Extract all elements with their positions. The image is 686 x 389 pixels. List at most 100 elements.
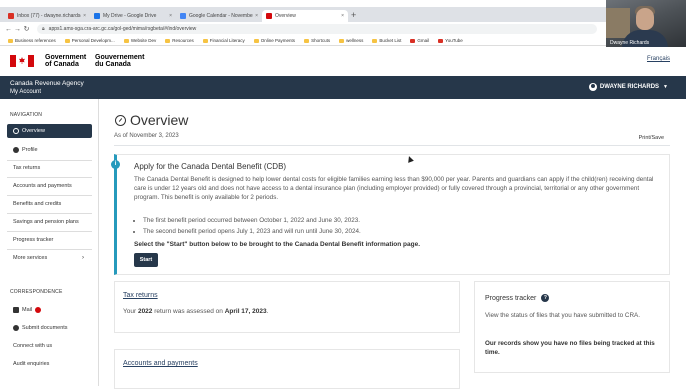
- sidebar: NAVIGATION Overview Profile Tax returns …: [0, 99, 99, 386]
- divider: [7, 195, 92, 196]
- user-menu-button[interactable]: DWAYNE RICHARDS ▼: [588, 83, 668, 91]
- browser-tab-overview[interactable]: Overview ×: [262, 10, 348, 22]
- gmail-icon: [8, 13, 14, 19]
- cra-bar: Canada Revenue Agency My Account DWAYNE …: [0, 76, 686, 99]
- bookmark[interactable]: Gmail: [410, 38, 429, 43]
- folder-icon: [123, 38, 129, 43]
- sidebar-item-benefits-credits[interactable]: Benefits and credits: [7, 197, 92, 211]
- sidebar-item-savings-pension[interactable]: Savings and pension plans: [7, 215, 92, 229]
- language-toggle-link[interactable]: Français: [647, 56, 670, 62]
- person-head: [636, 8, 654, 30]
- bookmark[interactable]: Personal Developm...: [64, 38, 115, 43]
- gauge-icon: [115, 114, 126, 126]
- forward-button[interactable]: →: [13, 26, 22, 33]
- bookshelf: [606, 8, 630, 38]
- lock-icon: 🔒︎: [42, 26, 45, 32]
- maple-leaf-icon: [266, 13, 272, 19]
- bookmark[interactable]: Business references: [8, 38, 56, 43]
- bookmark[interactable]: Resources: [165, 38, 194, 43]
- folder-icon: [64, 38, 70, 43]
- cdb-period-list: The first benefit period occurred betwee…: [143, 215, 643, 237]
- person-icon: [13, 147, 19, 153]
- bookmark[interactable]: wellness: [339, 38, 363, 43]
- print-save-link[interactable]: Print/Save: [639, 135, 664, 141]
- back-button[interactable]: ←: [4, 26, 13, 33]
- progress-tracker-note: Our records show you have no files being…: [485, 340, 655, 356]
- close-icon[interactable]: ×: [255, 13, 258, 19]
- bookmark[interactable]: Online Payments: [253, 38, 295, 43]
- tax-returns-link[interactable]: Tax returns: [123, 292, 158, 299]
- sidebar-item-accounts-payments[interactable]: Accounts and payments: [7, 179, 92, 193]
- bookmarks-bar: Business references Personal Developm...…: [0, 36, 686, 46]
- divider: [7, 249, 92, 250]
- webcam-name: Dwayne Richards: [610, 40, 650, 46]
- browser-tab-gmail[interactable]: Inbox (77) - dwayne.richards@...×: [4, 10, 90, 22]
- sidebar-item-profile[interactable]: Profile: [7, 143, 92, 157]
- cdb-alert: i Apply for the Canada Dental Benefit (C…: [111, 154, 670, 275]
- divider: [114, 145, 670, 146]
- mail-icon: [13, 307, 19, 313]
- accounts-payments-card: Accounts and payments: [114, 349, 460, 389]
- gc-wordmark-en: Government of Canada: [45, 54, 87, 68]
- my-account-link[interactable]: My Account: [10, 89, 41, 95]
- browser-tab-calendar[interactable]: Google Calendar - November... ×: [176, 10, 262, 22]
- progress-tracker-card: Progress tracker? View the status of fil…: [474, 281, 670, 373]
- new-tab-button[interactable]: +: [351, 10, 356, 20]
- divider: [7, 213, 92, 214]
- notification-badge: [35, 307, 42, 313]
- cdb-title: Apply for the Canada Dental Benefit (CDB…: [134, 162, 287, 171]
- folder-icon: [304, 38, 310, 43]
- youtube-icon: [438, 38, 444, 43]
- bookmark[interactable]: Bucket List: [372, 38, 401, 43]
- bookmark[interactable]: YouTube: [438, 38, 463, 43]
- folder-icon: [202, 38, 208, 43]
- main-content: Overview As of November 3, 2023 Print/Sa…: [100, 99, 686, 389]
- gmail-icon: [410, 38, 416, 43]
- address-bar: ← → ↻ 🔒︎ apps1.ams-sga.cra-arc.gc.ca/gol-…: [0, 22, 686, 36]
- sidebar-heading-correspondence: CORRESPONDENCE: [10, 289, 63, 295]
- page-title: Overview: [115, 112, 188, 128]
- webcam-overlay: Dwayne Richards: [606, 0, 686, 48]
- arrow-right-icon: [13, 325, 19, 331]
- bookmark[interactable]: Financial Literacy: [202, 38, 245, 43]
- accounts-payments-link[interactable]: Accounts and payments: [123, 360, 198, 367]
- close-icon[interactable]: ×: [169, 13, 172, 19]
- sidebar-item-connect[interactable]: Connect with us: [7, 339, 92, 353]
- sidebar-heading-navigation: NAVIGATION: [10, 112, 43, 118]
- sidebar-item-audit-enquiries[interactable]: Audit enquiries: [7, 357, 92, 371]
- canada-flag-icon[interactable]: [10, 55, 34, 67]
- user-icon: [588, 83, 597, 91]
- sidebar-item-mail[interactable]: Mail: [7, 303, 92, 317]
- folder-icon: [8, 38, 13, 43]
- cdb-instruction: Select the "Start" button below to be br…: [134, 241, 421, 248]
- bookmark[interactable]: Shortcuts: [304, 38, 330, 43]
- divider: [7, 177, 92, 178]
- info-icon: i: [111, 160, 120, 169]
- chevron-right-icon: ›: [82, 255, 84, 261]
- sidebar-item-submit-documents[interactable]: Submit documents: [7, 321, 92, 335]
- agency-name: Canada Revenue Agency: [10, 80, 84, 87]
- close-icon[interactable]: ×: [341, 13, 344, 19]
- list-item: The second benefit period opens July 1, …: [143, 226, 643, 237]
- list-item: The first benefit period occurred betwee…: [143, 215, 643, 226]
- start-button[interactable]: Start: [134, 253, 158, 267]
- progress-tracker-description: View the status of files that you have s…: [485, 312, 640, 319]
- close-icon[interactable]: ×: [83, 13, 86, 19]
- progress-tracker-title: Progress tracker?: [485, 294, 550, 302]
- browser-tab-drive[interactable]: My Drive - Google Drive ×: [90, 10, 176, 22]
- sidebar-item-overview[interactable]: Overview: [7, 124, 92, 138]
- reload-button[interactable]: ↻: [22, 25, 31, 33]
- chevron-down-icon: ▼: [663, 84, 668, 90]
- sidebar-item-more-services[interactable]: More services ›: [7, 251, 92, 265]
- cdb-paragraph: The Canada Dental Benefit is designed to…: [134, 176, 654, 201]
- bookmark[interactable]: Website Dev: [123, 38, 156, 43]
- divider: [7, 231, 92, 232]
- url-input[interactable]: 🔒︎ apps1.ams-sga.cra-arc.gc.ca/gol-ged/mi…: [37, 24, 597, 34]
- tax-returns-card: Tax returns Your 2022 return was assesse…: [114, 281, 460, 333]
- help-icon[interactable]: ?: [541, 294, 550, 302]
- sidebar-item-tax-returns[interactable]: Tax returns: [7, 161, 92, 175]
- sidebar-item-progress-tracker[interactable]: Progress tracker: [7, 233, 92, 247]
- gc-wordmark-fr: Gouvernement du Canada: [95, 54, 145, 68]
- folder-icon: [339, 38, 345, 43]
- tax-return-status: Your 2022 return was assessed on April 1…: [123, 308, 269, 315]
